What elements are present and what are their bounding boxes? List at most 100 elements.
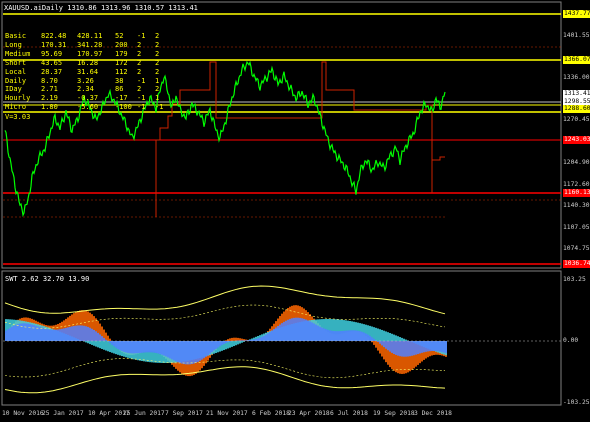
indicator-bar	[203, 341, 205, 359]
indicator-bar	[429, 341, 431, 352]
indicator-bar	[317, 325, 319, 341]
price-scale-label: 1074.75	[563, 245, 590, 252]
indicator-bar	[393, 341, 395, 354]
indicator-bar	[219, 341, 221, 347]
indicator-bar	[43, 328, 45, 341]
indicator-bar	[427, 341, 429, 352]
indicator-bar	[85, 341, 87, 343]
indicator-bar	[161, 341, 163, 355]
indicator-bar	[377, 328, 379, 341]
stats-cell: -0.37	[77, 94, 99, 103]
indicator-bar	[391, 341, 393, 353]
indicator-bar	[413, 341, 415, 356]
stats-cell: -1	[137, 32, 146, 40]
indicator-bar	[441, 341, 443, 353]
indicator-bar	[353, 330, 355, 341]
indicator-scale-label: 0.00	[563, 337, 579, 344]
stats-cell: 1.80	[41, 103, 58, 112]
indicator-bar	[195, 341, 197, 363]
indicator-bar	[417, 341, 419, 355]
indicator-bar	[57, 329, 59, 341]
date-label: 3 Dec 2018	[414, 410, 452, 417]
stats-cell: 16.28	[77, 58, 99, 67]
indicator-bar	[363, 332, 365, 341]
indicator-bar	[225, 341, 227, 344]
stats-row: Hourly 2.19 -0.37 -17 -1 1	[5, 94, 175, 102]
indicator-bar	[61, 328, 63, 341]
indicator-bar	[49, 329, 51, 341]
indicator-envelope-upper	[4, 285, 446, 315]
indicator-bar	[179, 341, 181, 363]
indicator-bar	[297, 317, 299, 341]
indicator-bar	[221, 341, 223, 346]
indicator-bar	[405, 341, 407, 357]
indicator-bar	[83, 325, 85, 341]
indicator-bar	[255, 338, 257, 341]
indicator-bar	[33, 325, 35, 341]
indicator-bar	[335, 331, 337, 341]
indicator-bar	[5, 330, 7, 341]
indicator-bar	[423, 341, 425, 353]
indicator-bar	[59, 329, 61, 341]
indicator-bar	[197, 341, 199, 362]
indicator-bar	[357, 330, 359, 341]
indicator-bar	[177, 341, 179, 363]
date-label: 25 Jan 2017	[42, 410, 84, 417]
indicator-bar	[163, 341, 165, 356]
stats-cell: 112	[115, 67, 128, 76]
indicator-bar	[395, 341, 397, 355]
indicator-bar	[175, 341, 177, 362]
indicator-bar	[209, 341, 211, 354]
indicator-bar	[329, 330, 331, 341]
stats-cell: 28.37	[41, 67, 63, 76]
indicator-bar	[399, 341, 401, 357]
indicator-bar	[145, 341, 147, 353]
indicator-bar	[289, 318, 291, 341]
stats-cell: 170.97	[77, 49, 103, 58]
indicator-bar	[383, 330, 385, 341]
indicator-bar	[249, 340, 251, 341]
indicator-bar	[225, 340, 227, 341]
indicator-bar	[97, 341, 99, 348]
indicator-bar	[361, 331, 363, 341]
indicator-bar	[269, 331, 271, 341]
price-scale-label: 1204.90	[563, 159, 590, 166]
indicator-bar	[107, 335, 109, 341]
indicator-bar	[385, 341, 387, 349]
indicator-bar	[115, 341, 117, 348]
indicator-bar	[13, 325, 15, 341]
stats-cell: 2	[155, 32, 160, 40]
indicator-bar	[341, 330, 343, 341]
date-label: 25 Jun 2017	[123, 410, 165, 417]
stats-cell: 200	[115, 40, 128, 49]
indicator-bar	[421, 341, 423, 353]
indicator-bar	[95, 331, 97, 341]
indicator-bar	[395, 335, 397, 341]
indicator-bar	[411, 341, 413, 356]
stats-row-name: Micro	[5, 103, 27, 112]
date-label: 21 Nov 2017	[206, 410, 248, 417]
indicator-bar	[331, 330, 333, 341]
stats-cell: 1	[155, 94, 160, 103]
stats-cell: -1	[155, 103, 164, 112]
indicator-bar	[425, 341, 427, 352]
date-label: 10 Nov 2016	[2, 410, 44, 417]
indicator-bar	[109, 341, 111, 344]
indicator-bar	[443, 341, 445, 353]
indicator-bar	[287, 319, 289, 341]
stats-row-name: Local	[5, 67, 27, 76]
indicator-bar	[85, 326, 87, 341]
stats-row: Daily 8.70 3.26 38 -1 1	[5, 77, 175, 85]
stats-cell: 170.31	[41, 40, 67, 49]
indicator-bar	[401, 341, 403, 357]
indicator-bar	[77, 325, 79, 341]
stats-row: Long 170.31 341.28 200 2 2	[5, 41, 175, 49]
indicator-bar	[207, 341, 209, 356]
date-label: 19 Sep 2018	[373, 410, 415, 417]
stats-cell: -1	[137, 94, 146, 103]
stats-cell: 2	[155, 67, 160, 76]
level-tag: 1288.60	[563, 105, 590, 113]
indicator-bar	[343, 330, 345, 341]
stats-cell: 43.65	[41, 58, 63, 67]
indicator-bar	[141, 341, 143, 353]
